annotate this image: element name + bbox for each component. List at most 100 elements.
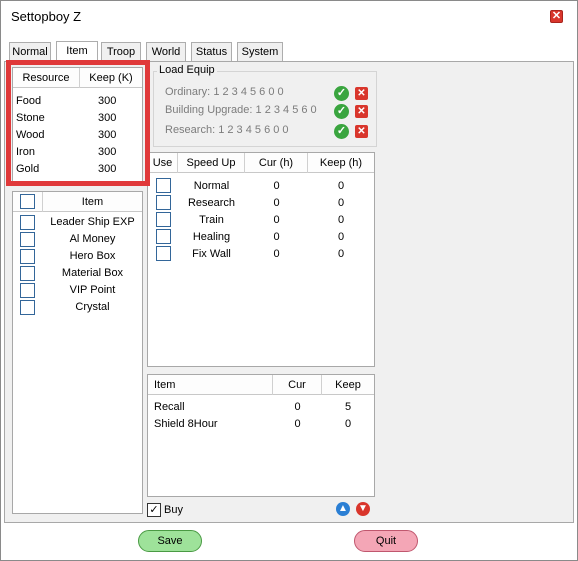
item-cur: 0 [294,401,301,413]
speedup-table-header: Use Speed Up Cur (h) Keep (h) [148,153,374,173]
speedup-table: Use Speed Up Cur (h) Keep (h) Normal 0 0… [147,152,375,367]
column-header-item[interactable]: Item [148,375,273,395]
load-equip-label: Ordinary: [165,86,211,98]
table-row[interactable]: Shield 8Hour 0 0 [148,416,374,433]
column-header-use[interactable]: Use [148,153,178,173]
x-icon[interactable]: ✕ [355,125,368,138]
highlight-box [6,60,150,186]
item-keep: 0 [344,418,352,430]
load-equip-research[interactable]: Research: 1 2 3 4 5 6 0 0 [165,122,345,139]
column-header-keep[interactable]: Keep [322,375,374,395]
save-button[interactable]: Save [138,530,202,552]
select-all-checkbox[interactable] [20,194,35,209]
item-label: VIP Point [69,284,116,296]
buy-label: Buy [164,504,183,516]
load-equip-ordinary[interactable]: Ordinary: 1 2 3 4 5 6 0 0 [165,84,345,101]
quit-button[interactable]: Quit [354,530,418,552]
item-label: Al Money [69,233,116,245]
item-name: Shield 8Hour [154,418,218,430]
item-checkbox[interactable] [20,300,35,315]
items-table-header: Item Cur Keep [148,375,374,395]
speedup-name: Normal [193,180,230,192]
speedup-name: Healing [192,231,231,243]
column-header-keep[interactable]: Keep (h) [308,153,374,173]
speedup-name: Train [199,214,224,226]
item-checkbox[interactable] [20,283,35,298]
load-equip-value: 1 2 3 4 5 6 0 0 [218,124,289,136]
arrow-down-icon[interactable]: ▼ [356,502,370,516]
list-item[interactable]: Hero Box [13,248,142,265]
load-equip-building-upgrade[interactable]: Building Upgrade: 1 2 3 4 5 6 0 [165,102,345,119]
use-checkbox[interactable] [156,178,171,193]
use-checkbox[interactable] [156,246,171,261]
tab-system[interactable]: System [237,42,283,62]
tab-world[interactable]: World [146,42,186,62]
buy-option[interactable]: ✓ Buy [147,503,207,519]
speedup-keep: 0 [337,231,345,243]
window-title: Settopboy Z [11,9,82,24]
tab-status[interactable]: Status [191,42,232,62]
x-icon[interactable]: ✕ [355,105,368,118]
load-equip-value: 1 2 3 4 5 6 0 0 [213,86,284,98]
column-header-speedup[interactable]: Speed Up [178,153,245,173]
list-item[interactable]: VIP Point [13,282,142,299]
speedup-cur: 0 [273,231,280,243]
item-label: Crystal [75,301,110,313]
column-header-cur[interactable]: Cur [273,375,322,395]
load-equip-value: 1 2 3 4 5 6 0 [255,104,317,116]
arrow-up-icon[interactable]: ▲ [336,502,350,516]
speedup-cur: 0 [273,180,280,192]
column-header-cur[interactable]: Cur (h) [245,153,308,173]
item-list-header: Item [13,192,142,212]
table-row[interactable]: Recall 0 5 [148,399,374,416]
list-item[interactable]: Leader Ship EXP [13,214,142,231]
list-item[interactable]: Crystal [13,299,142,316]
item-label: Hero Box [69,250,116,262]
speedup-cur: 0 [273,214,280,226]
item-label: Material Box [61,267,124,279]
speedup-keep: 0 [337,214,345,226]
use-checkbox[interactable] [156,229,171,244]
item-checkbox[interactable] [20,215,35,230]
use-checkbox[interactable] [156,195,171,210]
speedup-cur: 0 [273,248,280,260]
title-bar: Settopboy Z ✕ [1,1,577,31]
check-icon[interactable]: ✓ [334,86,349,101]
table-row[interactable]: Healing 0 0 [148,229,374,246]
buy-checkbox[interactable]: ✓ [147,503,161,517]
item-checkbox[interactable] [20,232,35,247]
check-icon[interactable]: ✓ [334,104,349,119]
load-equip-label: Building Upgrade: [165,104,253,116]
speedup-keep: 0 [337,248,345,260]
load-equip-label: Research: [165,124,216,136]
item-list: Item Leader Ship EXP Al Money Hero Box M… [12,191,143,514]
table-row[interactable]: Train 0 0 [148,212,374,229]
item-checkbox[interactable] [20,249,35,264]
item-cur: 0 [294,418,301,430]
speedup-name: Fix Wall [192,248,231,260]
item-keep: 5 [344,401,352,413]
item-label: Leader Ship EXP [50,216,135,228]
table-row[interactable]: Research 0 0 [148,195,374,212]
table-row[interactable]: Fix Wall 0 0 [148,246,374,263]
main-window: Settopboy Z ✕ Normal Item Troop World St… [0,0,578,561]
item-checkbox[interactable] [20,266,35,281]
items-table: Item Cur Keep Recall 0 5 Shield 8Hour 0 … [147,374,375,497]
item-name: Recall [154,401,185,413]
column-header-item[interactable]: Item [43,192,142,212]
tab-normal[interactable]: Normal [9,42,51,62]
list-item[interactable]: Al Money [13,231,142,248]
speedup-keep: 0 [337,197,345,209]
close-icon[interactable]: ✕ [550,10,563,23]
speedup-keep: 0 [337,180,345,192]
list-item[interactable]: Material Box [13,265,142,282]
use-checkbox[interactable] [156,212,171,227]
speedup-cur: 0 [273,197,280,209]
speedup-name: Research [187,197,236,209]
tab-troop[interactable]: Troop [101,42,141,62]
select-all-cell [13,192,43,212]
table-row[interactable]: Normal 0 0 [148,178,374,195]
x-icon[interactable]: ✕ [355,87,368,100]
load-equip-title: Load Equip [157,64,217,76]
check-icon[interactable]: ✓ [334,124,349,139]
